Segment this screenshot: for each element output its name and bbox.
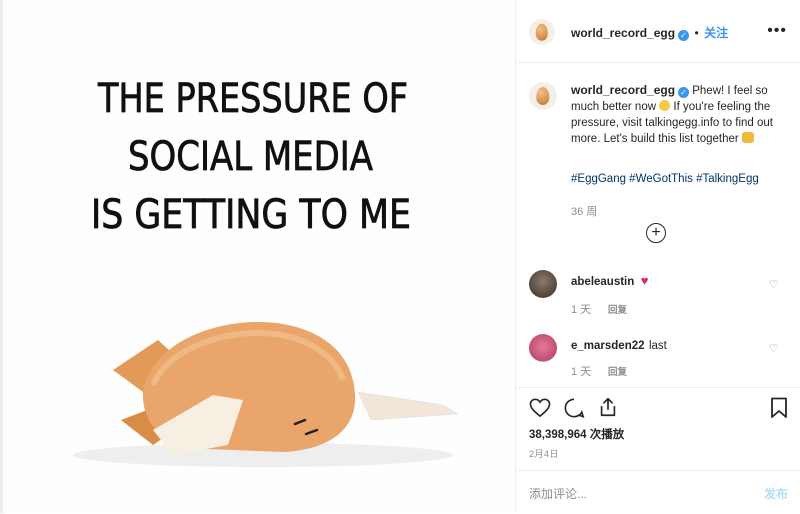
bookmark-icon[interactable]: [770, 397, 788, 419]
follow-button[interactable]: 关注: [704, 26, 728, 40]
reply-button[interactable]: 回复: [608, 302, 627, 316]
image-text-line-2: SOCIAL MEDIA: [128, 134, 374, 180]
image-text-line-1: THE PRESSURE OF: [97, 76, 408, 122]
comment-avatar[interactable]: [529, 270, 557, 298]
comment-1: abeleaustin ♥: [571, 272, 648, 290]
like-heart-icon[interactable]: [529, 398, 551, 418]
post-date: 2月4日: [529, 449, 560, 459]
share-icon[interactable]: [597, 396, 619, 418]
view-count[interactable]: 38,398,964 次播放: [529, 426, 624, 442]
caption-time: 36 周: [571, 206, 598, 218]
comment-username[interactable]: abeleaustin: [571, 276, 634, 288]
post-illustration: THE PRESSURE OF SOCIAL MEDIA IS GETTING …: [73, 76, 459, 467]
header-user: world_record_egg ✓ • 关注: [571, 24, 728, 42]
comment-bubble-icon[interactable]: [563, 397, 585, 419]
caption-hashtags[interactable]: #EggGang #WeGotThis #TalkingEgg: [571, 173, 759, 185]
comment-username[interactable]: e_marsden22: [571, 340, 645, 352]
post-image[interactable]: THE PRESSURE OF SOCIAL MEDIA IS GETTING …: [3, 0, 515, 513]
red-heart-emoji-icon: ♥: [640, 273, 649, 288]
smile-emoji-icon: [659, 100, 671, 111]
comment-avatar[interactable]: [529, 334, 557, 362]
comment-time: 1 天: [571, 304, 592, 316]
caption-username[interactable]: world_record_egg: [571, 83, 675, 97]
comment-input[interactable]: 添加评论...: [529, 485, 587, 502]
comment-text: last: [648, 340, 667, 352]
raised-hands-emoji-icon: [741, 132, 754, 143]
reply-button[interactable]: 回复: [608, 364, 627, 378]
shell-shard-right: [357, 391, 459, 421]
verified-badge-icon: ✓: [678, 87, 690, 98]
verified-badge-icon: ✓: [678, 30, 690, 41]
like-comment-heart-icon[interactable]: ♡: [769, 278, 779, 291]
post-details-panel: world_record_egg ✓ • 关注 ••• world_record_…: [515, 0, 800, 513]
caption-avatar[interactable]: [529, 82, 557, 110]
more-horizontal-icon[interactable]: •••: [767, 22, 787, 40]
header-username[interactable]: world_record_egg: [571, 26, 675, 40]
caption: world_record_egg ✓ Phew! I feel so much b…: [571, 82, 781, 147]
image-text-line-3: IS GETTING TO ME: [91, 192, 411, 238]
avatar[interactable]: [529, 19, 555, 45]
post-comment-button[interactable]: 发布: [764, 485, 788, 502]
post-header: world_record_egg ✓ • 关注 •••: [516, 0, 800, 63]
comment-2: e_marsden22 last: [571, 336, 667, 354]
load-more-comments-icon[interactable]: +: [646, 223, 666, 243]
like-comment-heart-icon[interactable]: ♡: [769, 342, 779, 355]
separator-dot: •: [694, 26, 699, 40]
comment-time: 1 天: [571, 366, 592, 378]
add-comment-bar: 添加评论... 发布: [516, 470, 800, 514]
